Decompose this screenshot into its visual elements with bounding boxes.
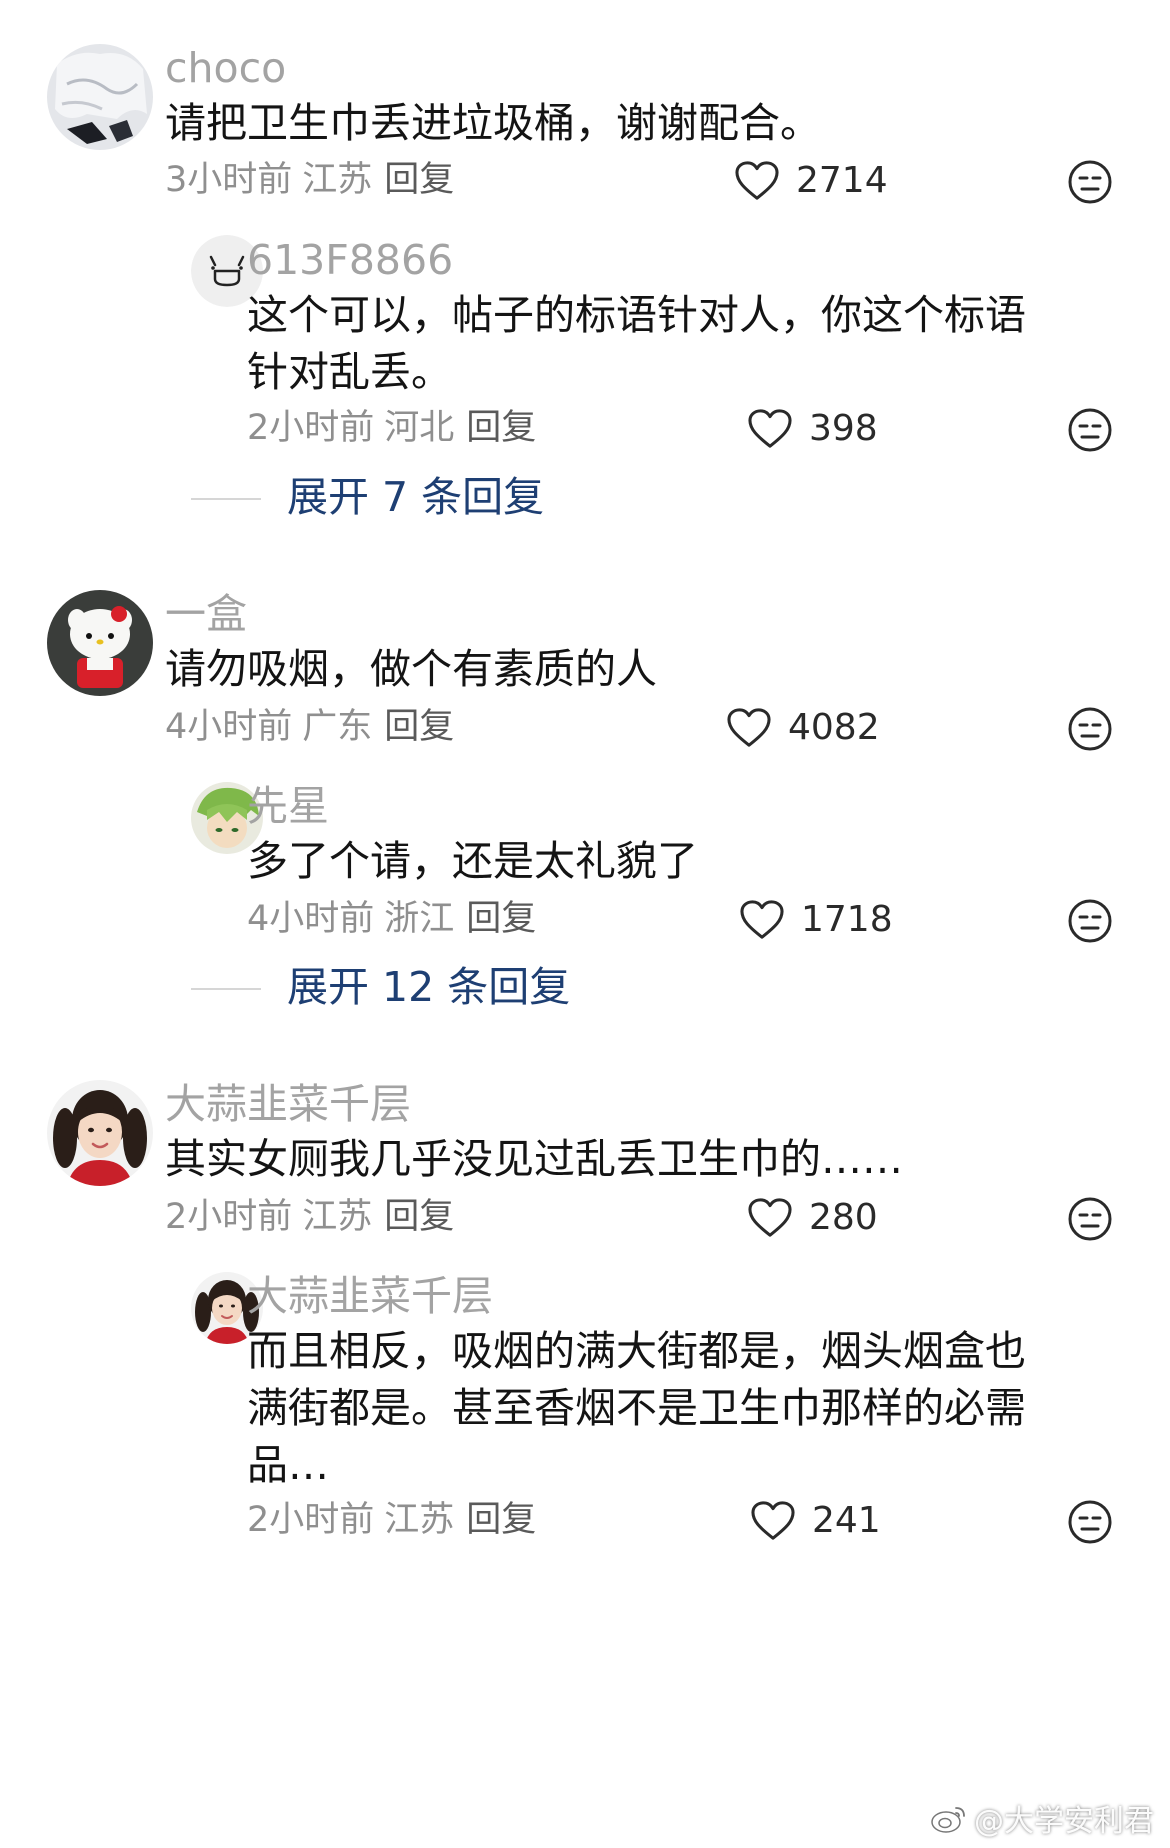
reply-button[interactable]: 回复 [466,899,536,939]
neutral-face-icon[interactable] [1067,159,1113,205]
comment-location: 广东 [302,707,373,747]
expand-replies-link[interactable]: 展开 12 条回复 [287,967,570,1008]
like-button[interactable]: 398 [747,403,897,455]
reply-username[interactable]: 先星 [247,786,329,827]
heart-outline-icon [727,708,771,747]
heart-outline-icon [748,1198,792,1237]
divider [191,988,261,990]
comment-location: 江苏 [302,160,373,200]
neutral-face-icon[interactable] [1067,407,1113,453]
comment-location: 江苏 [302,1197,373,1237]
like-button[interactable]: 2714 [734,155,888,207]
comment-text: 请把卫生巾丢进垃圾桶，谢谢配合。 [165,99,821,147]
avatar[interactable] [47,44,153,150]
comment-text: 其实女厕我几乎没见过乱丢卫生巾的…… [165,1135,903,1183]
reply-time: 2小时前 [247,408,375,448]
like-button[interactable]: 1718 [739,894,893,946]
comment-username[interactable]: 大蒜韭菜千层 [165,1084,411,1125]
like-count: 280 [809,1197,878,1238]
reply-button[interactable]: 回复 [384,1197,454,1237]
reply-time: 2小时前 [247,1500,375,1540]
expand-replies-link[interactable]: 展开 7 条回复 [287,477,544,518]
comment-text: 请勿吸烟，做个有素质的人 [165,645,657,693]
comment-time: 3小时前 [165,160,293,200]
reply-location: 浙江 [384,899,455,939]
like-count: 398 [809,408,878,449]
neutral-face-icon[interactable] [1067,1499,1113,1545]
reply-location: 江苏 [384,1500,455,1540]
reply-text-line: 针对乱丢。 [247,348,452,396]
reply-meta: 2小时前 河北 回复 [247,411,536,446]
reply-time: 4小时前 [247,899,375,939]
avatar[interactable] [47,590,153,696]
avatar[interactable] [47,1080,153,1186]
watermark-text: @大学安利君 [974,1804,1154,1839]
reply-button[interactable]: 回复 [384,160,454,200]
comment-username[interactable]: 一盒 [165,594,247,635]
reply-meta: 2小时前 江苏 回复 [247,1503,536,1538]
neutral-face-icon[interactable] [1067,898,1113,944]
neutral-face-icon[interactable] [1067,706,1113,752]
heart-outline-icon [740,900,784,939]
comment-time: 2小时前 [165,1197,293,1237]
reply-meta: 4小时前 浙江 回复 [247,902,536,937]
heart-outline-icon [735,161,779,200]
watermark: @大学安利君 [930,1796,1154,1840]
reply-location: 河北 [384,408,455,448]
comment-meta: 3小时前 江苏 回复 [165,163,454,198]
comment-time: 4小时前 [165,707,293,747]
weibo-logo-icon [931,1807,965,1833]
comment-meta: 4小时前 广东 回复 [165,710,454,745]
like-button[interactable]: 241 [750,1495,900,1547]
reply-button[interactable]: 回复 [466,408,536,448]
comment-meta: 2小时前 江苏 回复 [165,1200,454,1235]
like-button[interactable]: 280 [747,1192,897,1244]
reply-username[interactable]: 613F8866 [247,240,453,281]
neutral-face-icon[interactable] [1067,1196,1113,1242]
like-count: 1718 [801,899,893,940]
reply-button[interactable]: 回复 [384,707,454,747]
reply-text-line: 满街都是。甚至香烟不是卫生巾那样的必需 [247,1384,1026,1432]
comment-username[interactable]: choco [165,48,286,89]
like-count: 4082 [788,707,880,748]
reply-username[interactable]: 大蒜韭菜千层 [247,1276,493,1317]
like-button[interactable]: 4082 [726,702,880,754]
reply-button[interactable]: 回复 [466,1500,536,1540]
reply-text-line: 品… [247,1441,329,1489]
reply-text-line: 多了个请，还是太礼貌了 [247,837,698,885]
divider [191,498,261,500]
heart-outline-icon [751,1501,795,1540]
like-count: 241 [812,1500,881,1541]
like-count: 2714 [796,160,888,201]
heart-outline-icon [748,409,792,448]
